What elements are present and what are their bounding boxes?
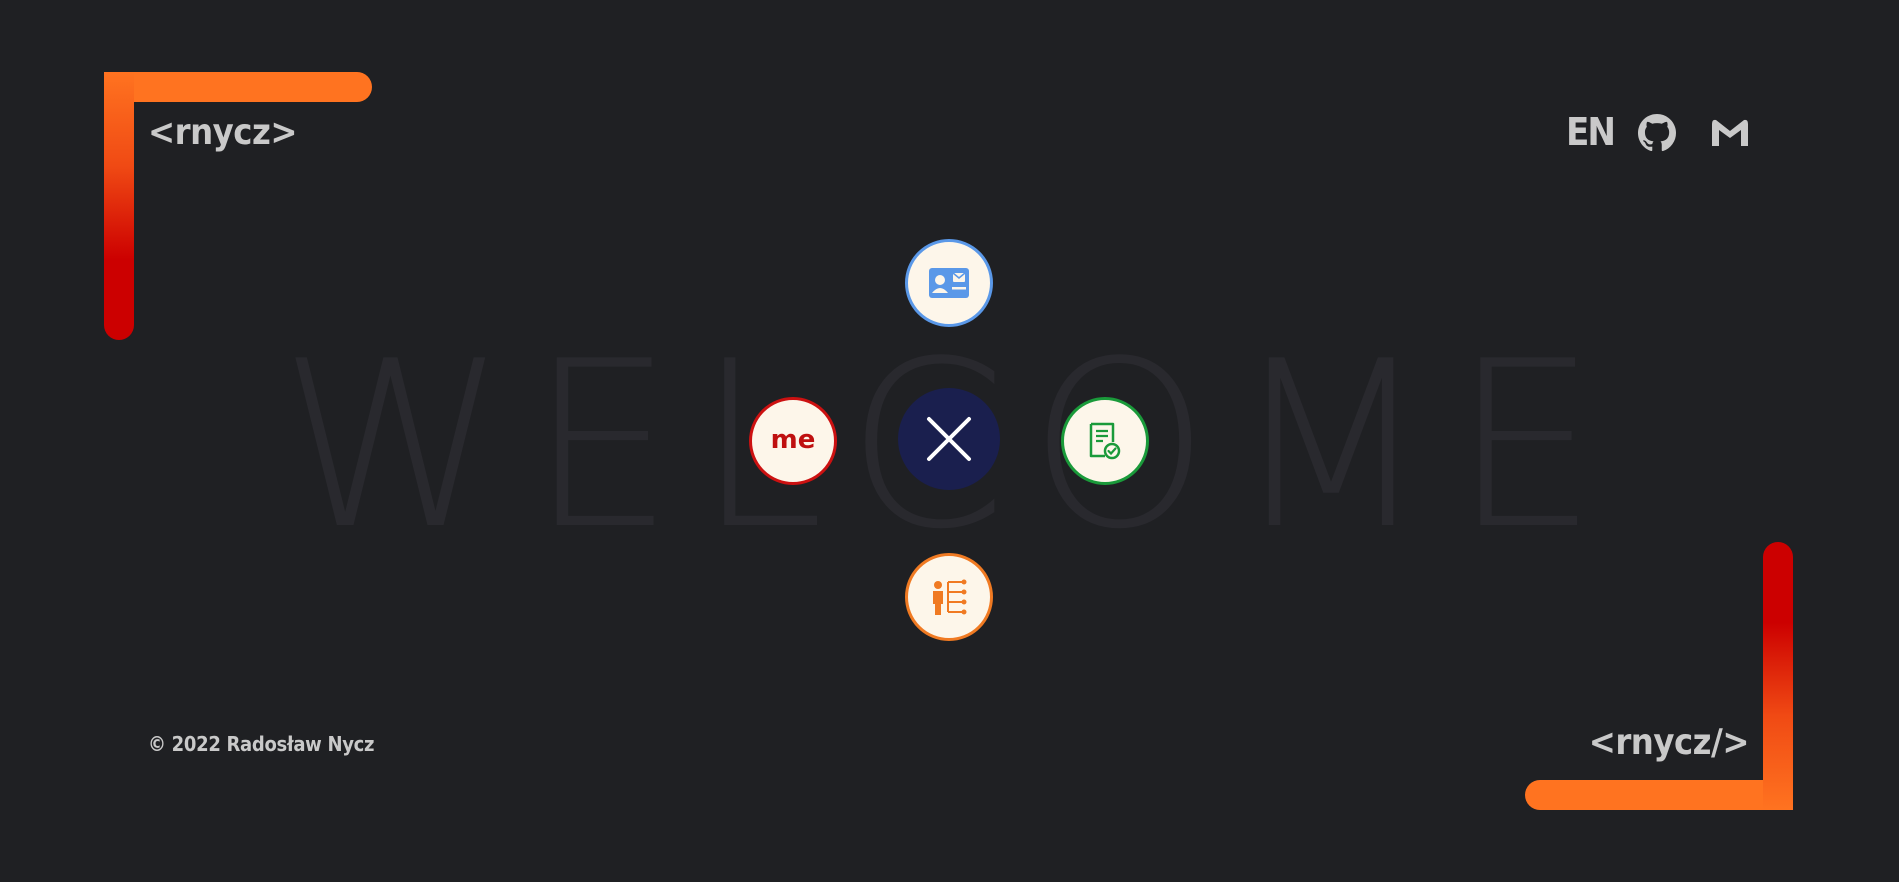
github-icon[interactable] bbox=[1638, 114, 1676, 152]
copyright-text: © 2022 Radosław Nycz bbox=[148, 732, 375, 756]
contact-card-icon bbox=[929, 268, 969, 298]
header-logo[interactable]: <rnycz> bbox=[148, 112, 297, 153]
certificate-icon bbox=[1089, 422, 1121, 460]
language-switch[interactable]: EN bbox=[1566, 110, 1616, 154]
footer-logo: <rnycz/> bbox=[1588, 722, 1750, 763]
close-icon bbox=[927, 417, 971, 461]
top-left-bracket-horizontal bbox=[104, 72, 372, 102]
mail-icon[interactable] bbox=[1710, 118, 1750, 148]
bottom-right-bracket-horizontal bbox=[1525, 780, 1793, 810]
top-left-bracket-vertical bbox=[104, 72, 134, 340]
experience-button[interactable] bbox=[905, 553, 993, 641]
bottom-right-bracket-vertical bbox=[1763, 542, 1793, 810]
about-me-label: me bbox=[770, 425, 816, 455]
certificates-button[interactable] bbox=[1061, 397, 1149, 485]
menu-toggle-button[interactable] bbox=[898, 388, 1000, 490]
org-structure-icon bbox=[933, 579, 967, 615]
about-me-button[interactable]: me bbox=[749, 397, 837, 485]
contact-button[interactable] bbox=[905, 239, 993, 327]
